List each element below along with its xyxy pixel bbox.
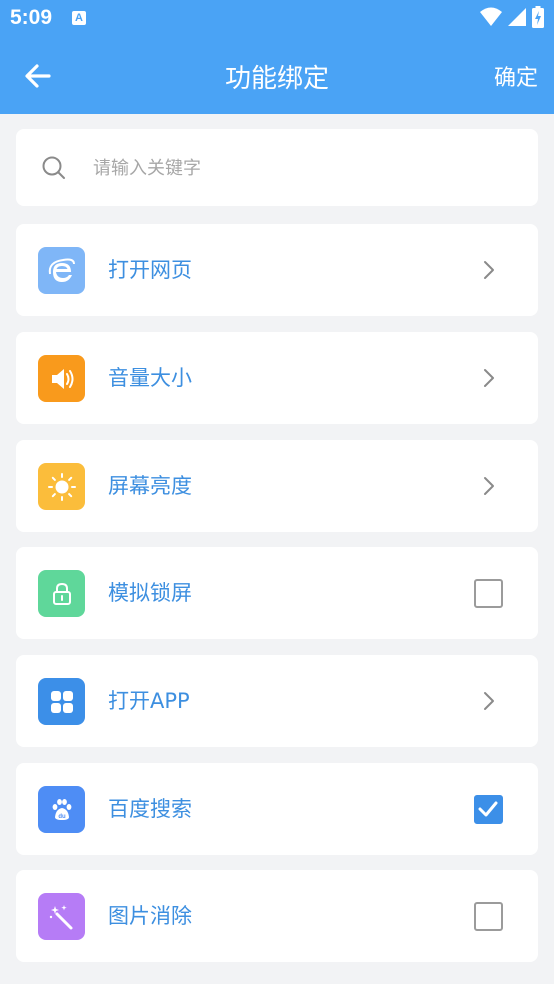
item-label: 图片消除	[108, 904, 192, 928]
lock-checkbox[interactable]	[474, 579, 503, 608]
app-bar: 功能绑定 确定	[0, 38, 554, 114]
ie-browser-icon	[38, 247, 85, 294]
chevron-right-icon	[484, 477, 494, 495]
search-bar[interactable]	[16, 129, 538, 206]
speaker-icon	[38, 355, 85, 402]
item-label: 模拟锁屏	[108, 581, 192, 605]
lock-icon	[38, 570, 85, 617]
chevron-right-icon	[484, 692, 494, 710]
list-item-volume[interactable]: 音量大小	[16, 332, 538, 424]
cell-signal-icon	[507, 8, 526, 26]
confirm-button[interactable]: 确定	[494, 60, 538, 92]
search-input[interactable]	[93, 151, 513, 185]
status-time: 5:09	[10, 6, 53, 29]
list-item-brightness[interactable]: 屏幕亮度	[16, 440, 538, 532]
apps-grid-icon	[38, 678, 85, 725]
wifi-icon	[479, 7, 502, 26]
back-button[interactable]	[18, 56, 58, 96]
image-erase-checkbox[interactable]	[474, 902, 503, 931]
baidu-paw-icon: du	[38, 786, 85, 833]
list-item-open-webpage[interactable]: 打开网页	[16, 224, 538, 316]
list-item-baidu-search[interactable]: du 百度搜索	[16, 763, 538, 855]
checkmark-icon	[478, 801, 498, 817]
item-label: 音量大小	[108, 366, 192, 390]
status-bar: 5:09 A	[0, 0, 554, 38]
list-item-image-erase[interactable]: 图片消除	[16, 870, 538, 962]
chevron-right-icon	[484, 369, 494, 387]
item-label: 打开APP	[108, 689, 190, 713]
app-header: 5:09 A 功能绑定 确定	[0, 0, 554, 114]
svg-text:du: du	[58, 814, 66, 820]
sun-icon	[38, 463, 85, 510]
arrow-left-icon	[25, 64, 51, 88]
page-title: 功能绑定	[224, 64, 329, 94]
item-label: 打开网页	[108, 258, 192, 282]
item-label: 屏幕亮度	[108, 474, 192, 498]
list-item-simulate-lock[interactable]: 模拟锁屏	[16, 547, 538, 639]
search-icon	[42, 156, 65, 179]
app-notification-icon: A	[72, 11, 86, 25]
item-label: 百度搜索	[108, 797, 192, 821]
baidu-checkbox[interactable]	[474, 795, 503, 824]
list-item-open-app[interactable]: 打开APP	[16, 655, 538, 747]
battery-icon	[532, 6, 544, 28]
chevron-right-icon	[484, 261, 494, 279]
magic-wand-icon	[38, 893, 85, 940]
status-icons	[479, 6, 544, 30]
